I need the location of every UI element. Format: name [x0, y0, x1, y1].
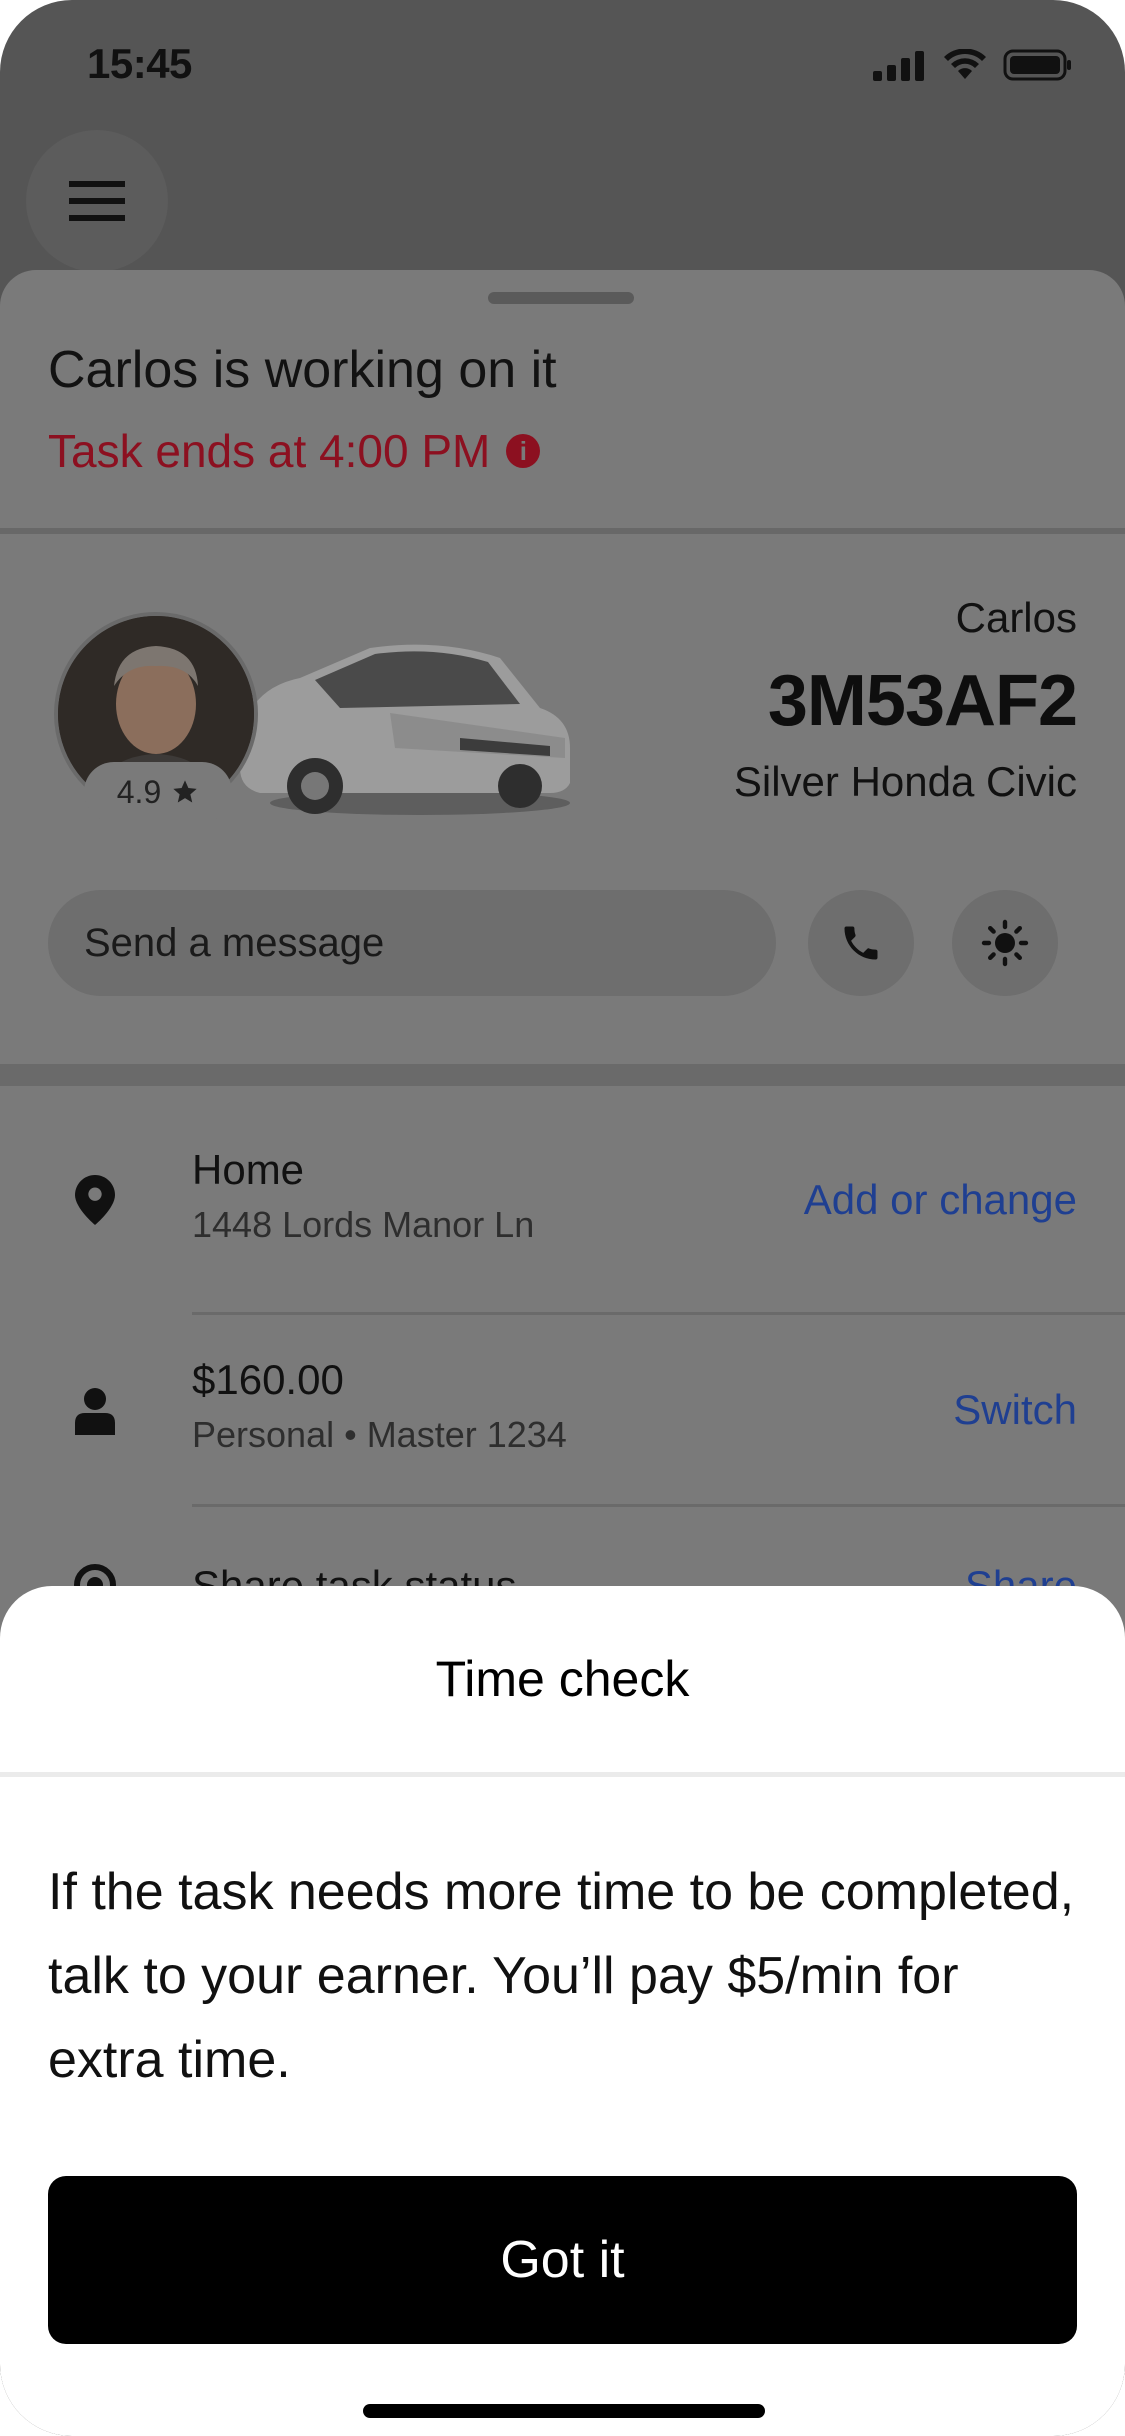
battery-icon [1003, 49, 1071, 81]
safety-button[interactable] [952, 890, 1058, 996]
section-divider [0, 528, 1125, 534]
home-indicator[interactable] [363, 2404, 765, 2418]
task-end-label: Task ends at 4:00 PM [48, 425, 491, 477]
modal-body-text: If the task needs more time to be comple… [48, 1863, 1075, 2089]
driver-name: Carlos [955, 594, 1077, 641]
safety-shield-icon [981, 919, 1029, 967]
row-divider [192, 1504, 1125, 1507]
license-plate: 3M53AF2 [767, 661, 1078, 741]
wifi-icon [944, 49, 986, 79]
driver-rating: 4.9 [116, 773, 162, 810]
info-icon[interactable]: i [506, 434, 541, 468]
menu-button[interactable] [26, 130, 168, 272]
add-or-change-destination-link[interactable]: Add or change [804, 1176, 1077, 1224]
destination-address: 1448 Lords Manor Ln [192, 1204, 535, 1245]
got-it-button[interactable]: Got it [48, 2176, 1077, 2344]
hamburger-menu-icon [69, 181, 125, 221]
signal-icon [873, 51, 924, 81]
row-divider [192, 1312, 1125, 1315]
car-image [240, 644, 570, 815]
modal-divider [0, 1772, 1125, 1777]
vehicle-description: Silver Honda Civic [733, 758, 1077, 805]
driver-rating-badge: 4.9 [84, 762, 232, 822]
person-icon [70, 1386, 120, 1436]
app-screen: 15:45 Carlos is working on it Task ends … [0, 0, 1125, 2436]
trip-status-title: Carlos is working on it [48, 341, 557, 399]
destination-title: Home [192, 1146, 305, 1193]
star-icon [173, 780, 197, 803]
location-pin-icon [70, 1175, 120, 1225]
send-message-input[interactable]: Send a message [48, 890, 776, 996]
switch-payment-link[interactable]: Switch [953, 1386, 1077, 1434]
phone-icon [844, 926, 878, 960]
modal-title: Time check [435, 1651, 690, 1707]
sheet-drag-handle[interactable] [488, 292, 634, 304]
status-icons [873, 48, 1073, 82]
status-time: 15:45 [87, 40, 192, 87]
payment-method: Personal • Master 1234 [192, 1414, 567, 1455]
fare-amount: $160.00 [192, 1356, 344, 1403]
call-button[interactable] [808, 890, 914, 996]
task-end-time: Task ends at 4:00 PM i [48, 424, 541, 478]
section-separator [0, 1064, 1125, 1086]
